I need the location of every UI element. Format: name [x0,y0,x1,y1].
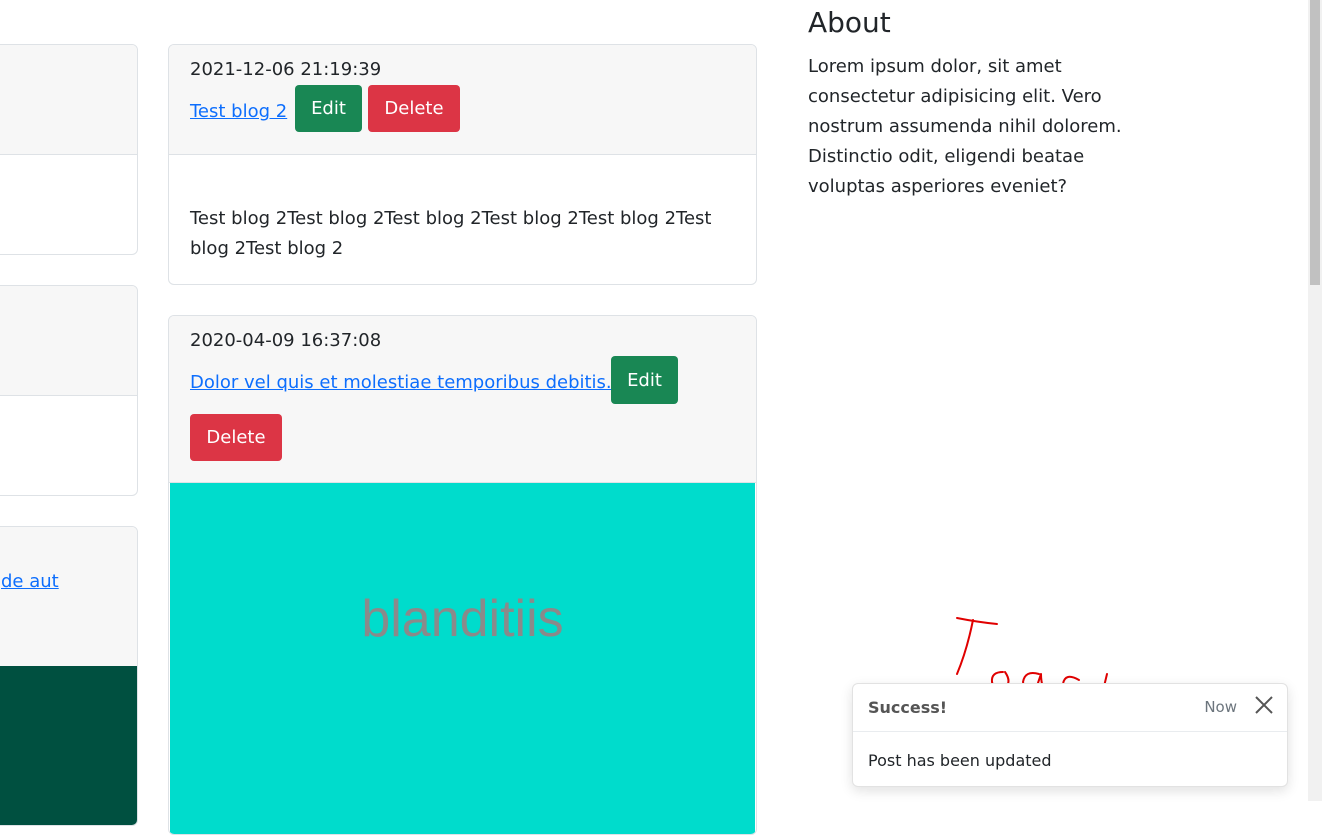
post-body: Test blog 2Test blog 2Test blog 2Test bl… [190,208,712,259]
left-card-1 [0,44,138,255]
toast-title: Success! [868,698,948,717]
post-title-link[interactable]: Test blog 2 [190,101,287,122]
post-card-1-header: 2021-12-06 21:19:39 Test blog 2 Edit Del… [169,45,756,155]
delete-button[interactable]: Delete [368,85,460,132]
scrollbar[interactable] [1308,0,1322,801]
post-card-2-header: 2020-04-09 16:37:08 Dolor vel quis et mo… [169,316,756,483]
edit-button[interactable]: Edit [611,356,678,404]
post-title-link[interactable]: Dolor vel quis et molestiae temporibus d… [190,372,612,393]
post-image-text: blanditiis [361,589,564,648]
left-card-2-header [0,286,137,396]
post-card-1: 2021-12-06 21:19:39 Test blog 2 Edit Del… [168,44,757,285]
post-timestamp: 2020-04-09 16:37:08 [190,330,382,351]
left-card-1-header [0,45,137,155]
post-image: blanditiis [170,483,755,834]
toast: Success! Now Post has been updated [852,683,1288,787]
about-title: About [808,6,891,39]
close-icon[interactable] [1253,694,1275,716]
left-card-3-image [0,666,137,825]
left-card-3: de aut [0,526,138,826]
scrollbar-thumb[interactable] [1310,0,1320,285]
delete-button[interactable]: Delete [190,414,282,461]
left-card-3-title-link[interactable]: de aut [1,571,59,592]
post-card-2: 2020-04-09 16:37:08 Dolor vel quis et mo… [168,315,757,835]
edit-button[interactable]: Edit [295,85,362,132]
left-card-3-header [0,527,137,667]
toast-message: Post has been updated [868,751,1052,770]
toast-time: Now [1204,698,1237,716]
about-text: Lorem ipsum dolor, sit amet consectetur … [808,56,1122,197]
post-timestamp: 2021-12-06 21:19:39 [190,59,382,80]
toast-header: Success! Now [853,684,1287,732]
left-card-2 [0,285,138,496]
